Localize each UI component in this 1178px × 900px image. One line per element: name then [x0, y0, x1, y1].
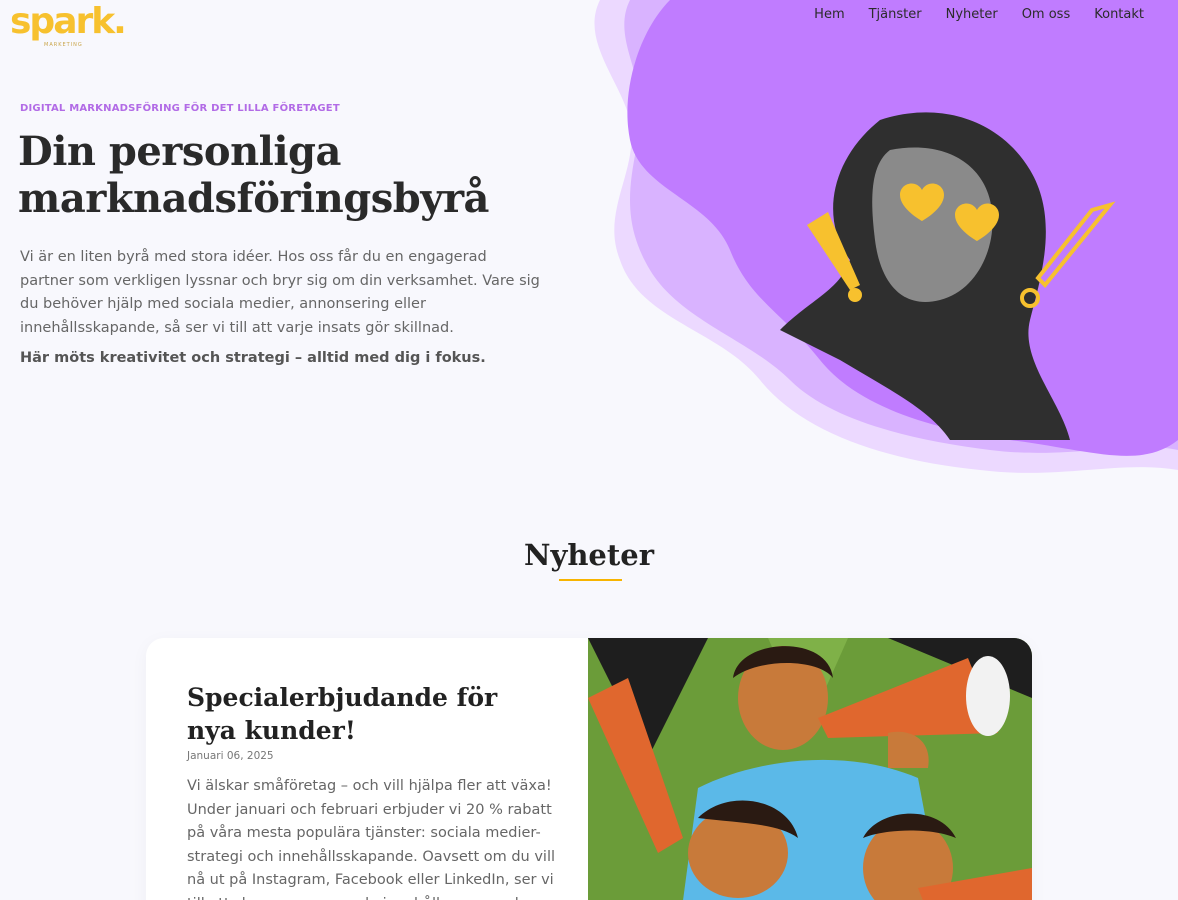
hero-title: Din personliga marknadsföringsbyrå	[18, 128, 489, 222]
news-card[interactable]: Specialerbjudande för nya kunder! Januar…	[146, 638, 1032, 900]
main-navigation: Hem Tjänster Nyheter Om oss Kontakt	[814, 7, 1144, 22]
hero-description: Vi är en liten byrå med stora idéer. Hos…	[20, 249, 540, 336]
hero-eyebrow: DIGITAL MARKNADSFÖRING FÖR DET LILLA FÖR…	[20, 103, 340, 114]
nav-item-tjanster[interactable]: Tjänster	[869, 7, 922, 22]
logo-subtitle: MARKETING	[44, 42, 83, 48]
hero-tagline: Här möts kreativitet och strategi – allt…	[20, 350, 486, 366]
news-card-excerpt: Vi älskar småföretag – och vill hjälpa f…	[187, 778, 556, 900]
nav-item-nyheter[interactable]: Nyheter	[946, 7, 998, 22]
news-card-title[interactable]: Specialerbjudande för nya kunder!	[187, 681, 547, 747]
nav-item-hem[interactable]: Hem	[814, 7, 844, 22]
nav-item-om-oss[interactable]: Om oss	[1022, 7, 1071, 22]
hero-illustration	[560, 0, 1178, 500]
megaphone-people-image	[588, 638, 1032, 900]
news-card-date: Januari 06, 2025	[187, 750, 274, 762]
news-heading-underline	[559, 579, 622, 581]
logo[interactable]: spark.	[10, 4, 127, 40]
news-heading: Nyheter	[523, 538, 655, 572]
nav-item-kontakt[interactable]: Kontakt	[1094, 7, 1144, 22]
